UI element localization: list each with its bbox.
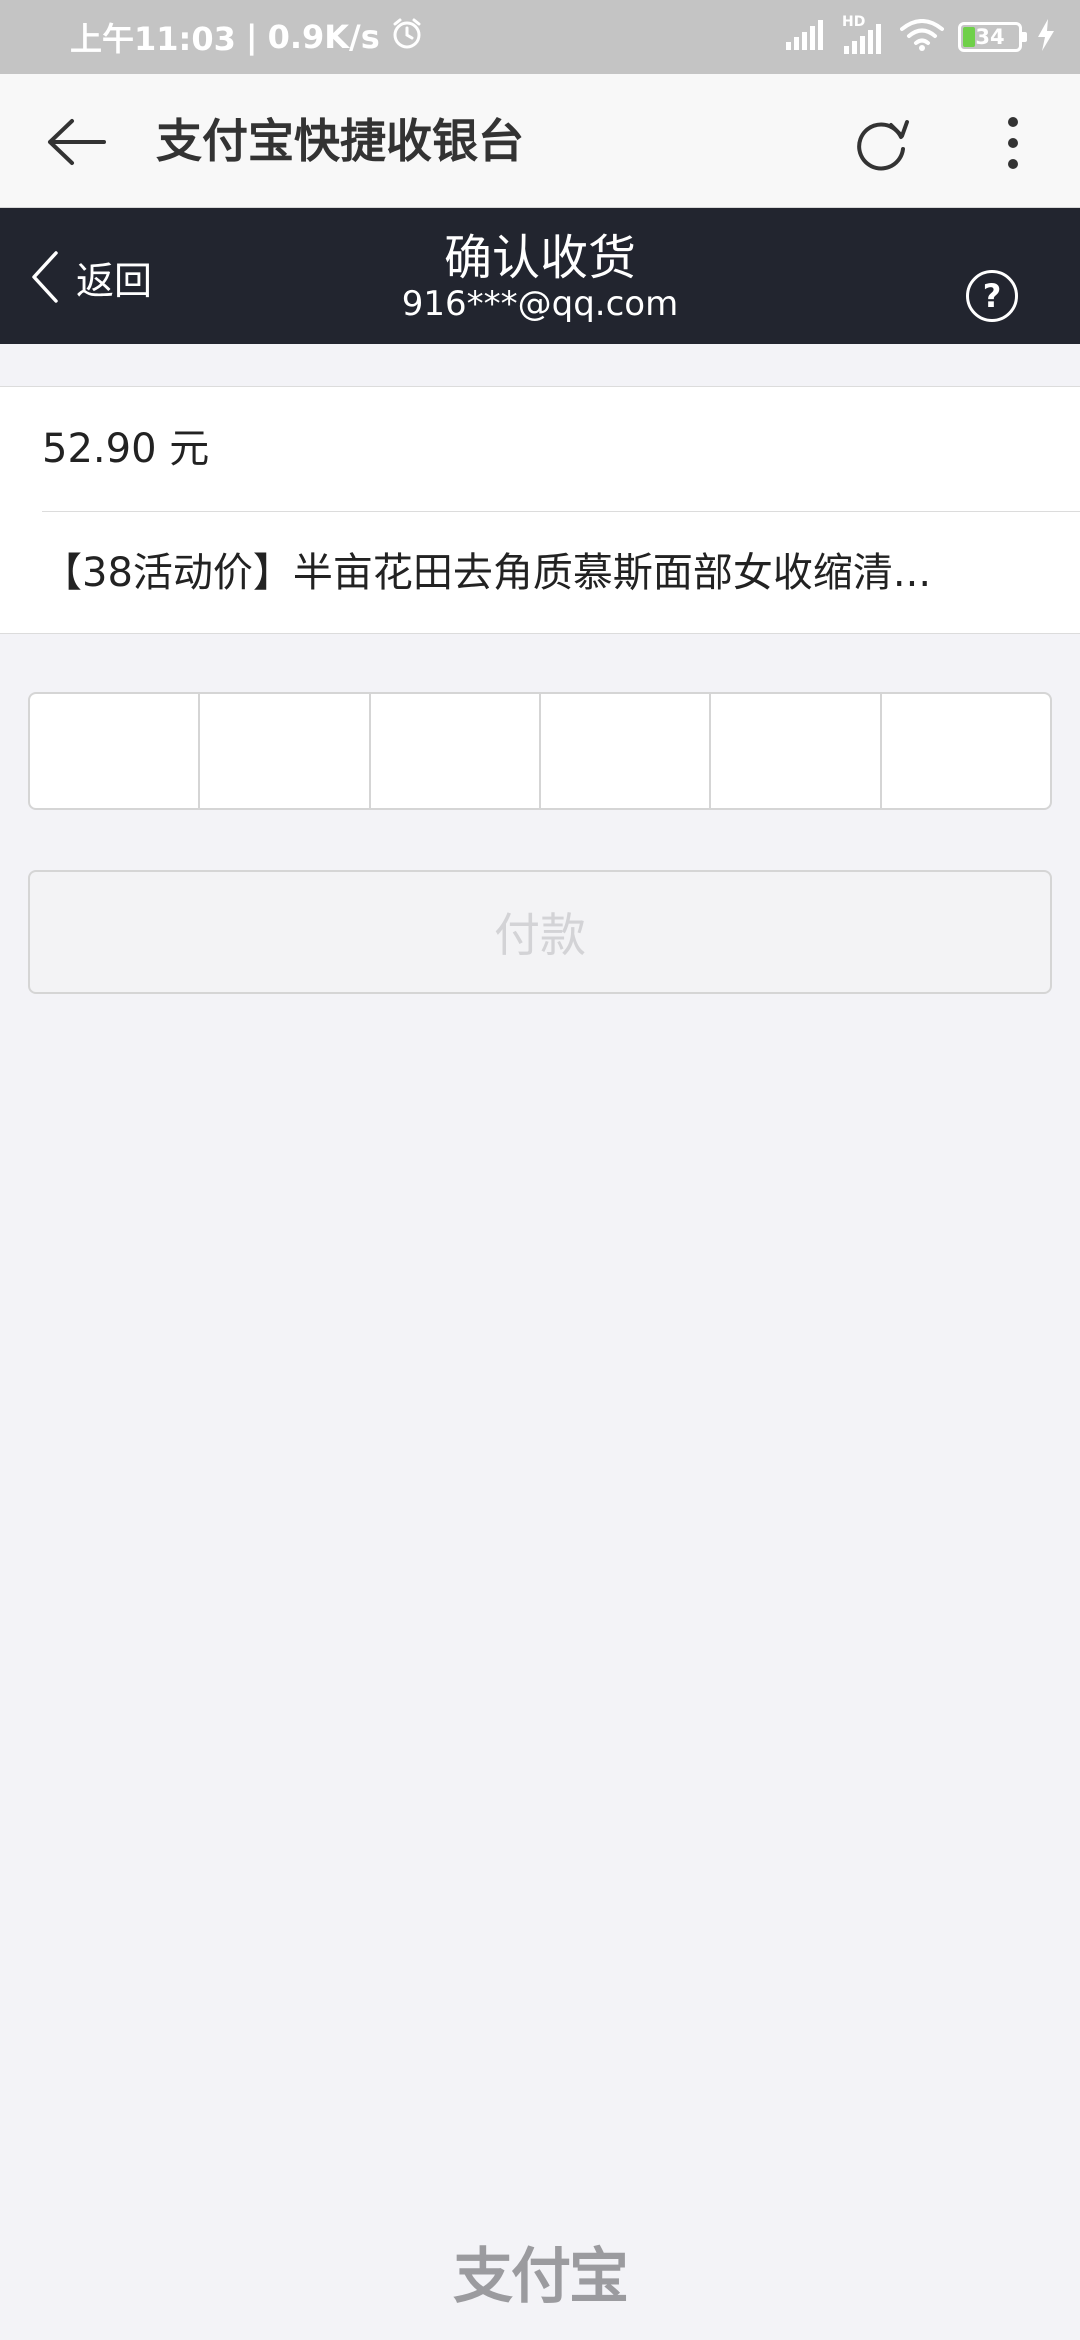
order-amount: 52.90 元 <box>42 426 210 472</box>
alipay-logo: 支付宝 <box>0 2228 1080 2315</box>
refresh-icon <box>857 120 909 171</box>
status-separator: | <box>245 18 258 56</box>
password-digit-cell[interactable] <box>30 694 201 808</box>
pay-button-label: 付款 <box>494 908 586 962</box>
more-vertical-icon <box>1008 117 1018 169</box>
password-digit-cell[interactable] <box>200 694 371 808</box>
pay-button[interactable]: 付款 <box>28 870 1052 994</box>
charging-icon <box>1036 19 1056 55</box>
status-time: 上午11:03 <box>70 20 236 58</box>
status-left: 上午11:03 | 0.9K/s <box>70 14 424 60</box>
refresh-button[interactable] <box>846 112 916 178</box>
more-menu-button[interactable] <box>990 110 1036 176</box>
alipay-logo-text: 支付宝 <box>453 2242 629 2312</box>
order-info-panel: 52.90 元 【38活动价】半亩花田去角质慕斯面部女收缩清... <box>0 386 1080 634</box>
battery-level: 34 <box>975 25 1005 49</box>
page-title: 确认收货 <box>443 230 636 286</box>
alarm-icon <box>390 16 424 58</box>
signal-icon <box>786 20 828 54</box>
account-label: 916***@qq.com <box>401 284 679 324</box>
password-digit-cell[interactable] <box>711 694 882 808</box>
page-header: 返回 确认收货 916***@qq.com ? <box>0 208 1080 344</box>
arrow-left-icon <box>48 119 106 165</box>
signal-hd-icon: HD <box>842 14 886 54</box>
password-digit-cell[interactable] <box>541 694 712 808</box>
payment-password-input[interactable] <box>28 692 1052 810</box>
back-arrow-button[interactable] <box>44 114 110 170</box>
help-button[interactable]: ? <box>966 270 1018 322</box>
app-title: 支付宝快捷收银台 <box>156 114 524 168</box>
help-icon: ? <box>982 277 1002 315</box>
password-digit-cell[interactable] <box>882 694 1050 808</box>
wifi-icon <box>900 19 944 55</box>
app-bar: 支付宝快捷收银台 <box>0 74 1080 208</box>
status-right: HD 34 <box>786 14 1056 55</box>
status-bar: 上午11:03 | 0.9K/s HD 34 <box>0 0 1080 74</box>
battery-icon: 34 <box>958 22 1027 52</box>
battery-fill <box>963 27 975 47</box>
status-net-speed: 0.9K/s <box>267 18 380 56</box>
password-digit-cell[interactable] <box>371 694 541 808</box>
order-item-title: 【38活动价】半亩花田去角质慕斯面部女收缩清... <box>42 550 932 596</box>
